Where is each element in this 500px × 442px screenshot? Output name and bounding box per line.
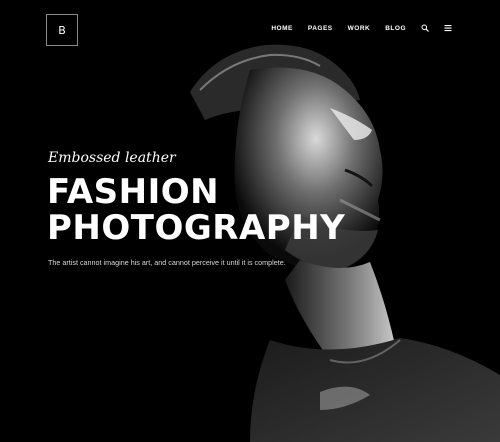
hero-title-line-1: FASHION <box>47 172 220 212</box>
hero-section: B HOME PAGES WORK BLOG Embossed leather … <box>0 0 500 442</box>
nav-item-blog[interactable]: BLOG <box>385 25 406 32</box>
logo-letter: B <box>58 23 66 37</box>
hero-tagline: Embossed leather <box>48 150 176 166</box>
hero-subtitle: The artist cannot imagine his art, and c… <box>48 258 286 267</box>
hero-title: FASHION PHOTOGRAPHY <box>47 174 345 246</box>
main-navigation: HOME PAGES WORK BLOG <box>271 24 452 32</box>
menu-icon[interactable] <box>444 24 452 32</box>
nav-item-pages[interactable]: PAGES <box>308 25 333 32</box>
nav-item-work[interactable]: WORK <box>348 25 371 32</box>
site-logo[interactable]: B <box>46 14 78 46</box>
hero-title-line-2: PHOTOGRAPHY <box>47 208 346 248</box>
nav-item-home[interactable]: HOME <box>271 25 293 32</box>
search-icon[interactable] <box>421 24 429 32</box>
